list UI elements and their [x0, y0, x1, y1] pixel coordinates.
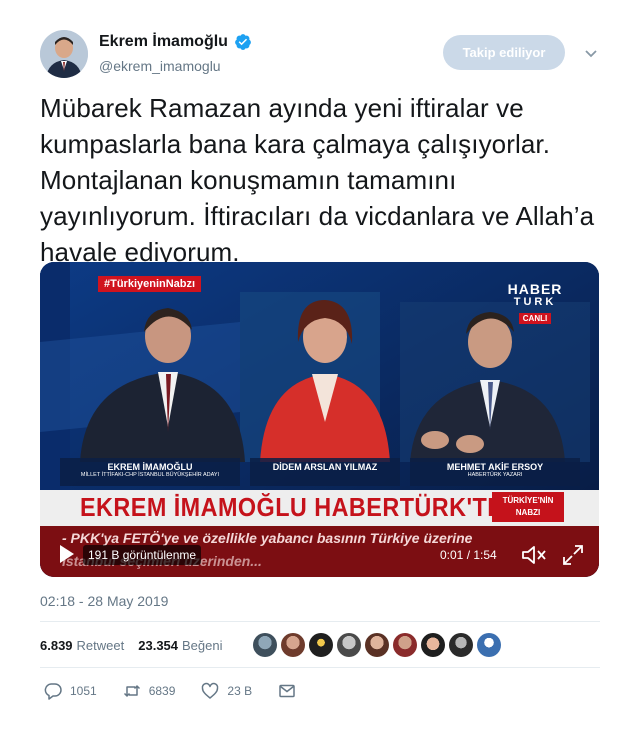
user-avatar[interactable] [40, 30, 88, 78]
guest-name: EKREM İMAMOĞLU [107, 462, 193, 472]
heart-icon [202, 682, 219, 699]
guest-caption-1: EKREM İMAMOĞLU MİLLET İTTİFAKI-CHP İSTAN… [60, 462, 240, 478]
video-controls: 191 B görüntülenme 0:01 / 1:54 [40, 532, 599, 577]
program-tag-line2: NABZI [515, 508, 541, 517]
tweet-timestamp[interactable]: 02:18 - 28 May 2019 [40, 593, 168, 609]
liker-avatar[interactable] [337, 633, 361, 657]
verified-badge-icon [235, 34, 251, 50]
play-icon[interactable] [59, 544, 75, 564]
user-handle[interactable]: @ekrem_imamoglu [99, 58, 221, 74]
retweet-stat-count[interactable]: 6.839 [40, 638, 73, 653]
user-name[interactable]: Ekrem İmamoğlu [99, 33, 228, 51]
tweet-card: Ekrem İmamoğlu @ekrem_imamoglu Takip edi… [0, 0, 640, 730]
tweet-text: Mübarek Ramazan ayında yeni iftiralar ve… [40, 93, 595, 267]
user-name-row: Ekrem İmamoğlu [99, 33, 252, 51]
video-headline-bar: EKREM İMAMOĞLU HABERTÜRK'TE TÜRKİYE'NİN … [40, 490, 599, 526]
retweet-icon [123, 685, 140, 697]
video-headline: EKREM İMAMOĞLU HABERTÜRK'TE [80, 492, 504, 522]
reply-icon [44, 683, 62, 700]
view-count: 191 B görüntülenme [83, 545, 202, 565]
program-tag-line1: TÜRKİYE'NİN [502, 496, 554, 505]
video-time: 0:01 / 1:54 [440, 548, 497, 562]
chevron-down-icon[interactable] [583, 45, 599, 61]
like-count: 23 B [227, 684, 253, 698]
logo-line2: TURK [513, 296, 557, 308]
envelope-icon [279, 684, 295, 698]
video-player[interactable]: #TürkiyeninNabzı HABER TURK CANLI EKREM … [40, 262, 599, 577]
guest-name: DİDEM ARSLAN YILMAZ [272, 462, 378, 472]
liker-avatar[interactable] [365, 633, 389, 657]
like-button[interactable]: 23 B [201, 682, 252, 700]
liker-avatar[interactable] [421, 633, 445, 657]
fullscreen-icon[interactable] [562, 544, 584, 566]
guest-name: MEHMET AKİF ERSOY [446, 462, 544, 472]
retweet-button[interactable]: 6839 [123, 682, 176, 700]
liker-avatar[interactable] [477, 633, 501, 657]
guest-caption-2: DİDEM ARSLAN YILMAZ [250, 462, 400, 472]
program-tag: TÜRKİYE'NİN NABZI [492, 492, 564, 522]
haberturk-logo: HABER TURK CANLI [502, 282, 568, 326]
tweet-stats: 6.839 Retweet 23.354 Beğeni [40, 638, 237, 653]
retweet-count: 6839 [148, 684, 176, 698]
reply-count: 1051 [70, 684, 97, 698]
retweet-stat-label[interactable]: Retweet [77, 638, 125, 653]
divider [40, 621, 600, 622]
like-stat-label[interactable]: Beğeni [182, 638, 222, 653]
guest-role: MİLLET İTTİFAKI-CHP İSTANBUL BÜYÜKŞEHİR … [80, 472, 220, 478]
divider [40, 667, 600, 668]
live-badge: CANLI [518, 313, 552, 324]
liker-avatar[interactable] [281, 633, 305, 657]
reply-button[interactable]: 1051 [44, 682, 97, 700]
mute-icon[interactable] [521, 544, 547, 566]
following-button[interactable]: Takip ediliyor [443, 35, 565, 70]
liker-avatar[interactable] [393, 633, 417, 657]
tweet-actions: 1051 6839 23 B [44, 682, 330, 700]
liker-avatar[interactable] [309, 633, 333, 657]
direct-message-button[interactable] [278, 682, 304, 700]
liker-avatar[interactable] [253, 633, 277, 657]
guest-role: HABERTÜRK YAZARI [467, 472, 523, 478]
guest-caption-3: MEHMET AKİF ERSOY HABERTÜRK YAZARI [410, 462, 580, 478]
liker-avatars [253, 633, 501, 657]
logo-line1: HABER [507, 281, 563, 297]
hashtag-label: #TürkiyeninNabzı [98, 276, 202, 292]
like-stat-count[interactable]: 23.354 [138, 638, 178, 653]
liker-avatar[interactable] [449, 633, 473, 657]
